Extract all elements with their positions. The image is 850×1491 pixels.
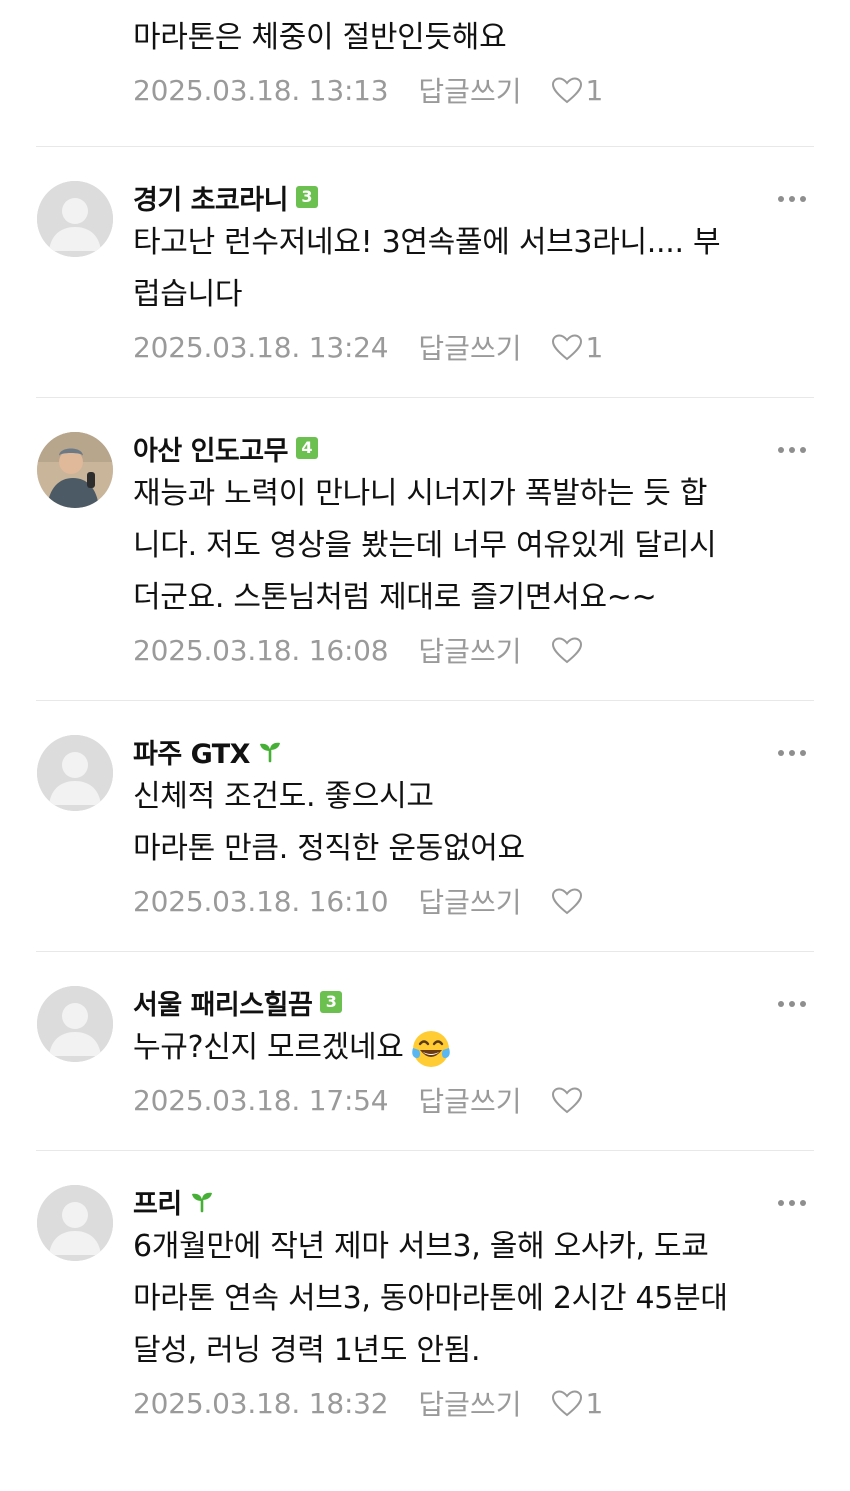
avatar[interactable] — [37, 1185, 113, 1261]
author-name[interactable]: 경기 초코라니 — [133, 178, 288, 217]
comment-text-line: 마라톤 만큼. 정직한 운동없어요 — [133, 831, 525, 866]
comment-text-segment: 누규?신지 모르겠네요 — [133, 1030, 404, 1065]
comment-date: 2025.03.18. 16:10 — [133, 884, 389, 918]
heart-icon — [552, 334, 583, 361]
avatar[interactable] — [37, 432, 113, 508]
laughing-tears-emoji-icon — [411, 1030, 450, 1067]
author-name[interactable]: 아산 인도고무 — [133, 429, 288, 468]
sprout-icon — [260, 742, 281, 763]
comment-item: 경기 초코라니 3 타고난 런수저네요! 3연속풀에 서브3라니.... 부 럽… — [0, 147, 850, 373]
comment-text: 마라톤은 체중이 절반인듯해요 — [133, 12, 814, 64]
like-button[interactable] — [551, 636, 585, 664]
avatar[interactable] — [37, 735, 113, 811]
comment-text: 누규?신지 모르겠네요 — [133, 1022, 814, 1074]
reply-button[interactable]: 답글쓰기 — [418, 70, 521, 110]
author-name[interactable]: 프리 — [133, 1182, 182, 1221]
comment-item: 아산 인도고무 4 재능과 노력이 만나니 시너지가 폭발하는 듯 합 니다. … — [0, 398, 850, 676]
heart-icon — [552, 77, 583, 104]
comment-text-line: 타고난 런수저네요! 3연속풀에 서브3라니.... 부 — [133, 225, 721, 260]
more-options-icon[interactable] — [776, 189, 808, 209]
like-button[interactable] — [551, 1086, 585, 1114]
author-name[interactable]: 파주 GTX — [133, 732, 251, 771]
level-badge: 3 — [320, 991, 343, 1013]
more-options-icon[interactable] — [776, 440, 808, 460]
heart-icon — [552, 1390, 583, 1417]
reply-button[interactable]: 답글쓰기 — [418, 630, 521, 670]
comment-text: 6개월만에 작년 제마 서브3, 올해 오사카, 도쿄 마라톤 연속 서브3, … — [133, 1221, 814, 1377]
comment-text-line: 6개월만에 작년 제마 서브3, 올해 오사카, 도쿄 — [133, 1229, 709, 1264]
like-button[interactable]: 1 — [551, 331, 603, 364]
comment-date: 2025.03.18. 17:54 — [133, 1083, 389, 1117]
comment-text-line: 마라톤 연속 서브3, 동아마라톤에 2시간 45분대 — [133, 1281, 728, 1316]
comment-text-line: 더군요. 스톤님처럼 제대로 즐기면서요~~ — [133, 580, 657, 615]
comment-text: 신체적 조건도. 좋으시고 마라톤 만큼. 정직한 운동없어요 — [133, 771, 814, 875]
sprout-icon — [191, 1192, 212, 1213]
reply-button[interactable]: 답글쓰기 — [418, 1383, 521, 1423]
comment-date: 2025.03.18. 13:13 — [133, 73, 389, 107]
like-button[interactable] — [551, 887, 585, 915]
comment-text-line: 재능과 노력이 만나니 시너지가 폭발하는 듯 합 — [133, 476, 708, 511]
comment-item: 마라톤은 체중이 절반인듯해요 2025.03.18. 13:13 답글쓰기 1 — [0, 0, 850, 146]
reply-button[interactable]: 답글쓰기 — [418, 1080, 521, 1120]
comment-text-line: 럽습니다 — [133, 277, 243, 312]
comment-text-line: 신체적 조건도. 좋으시고 — [133, 779, 434, 814]
comment-text-line: 달성, 러닝 경력 1년도 안됨. — [133, 1333, 481, 1368]
comment-text-line: 니다. 저도 영상을 봤는데 너무 여유있게 달리시 — [133, 528, 717, 563]
level-badge: 4 — [295, 437, 318, 459]
comment-text-line: 마라톤은 체중이 절반인듯해요 — [133, 20, 507, 55]
avatar[interactable] — [37, 986, 113, 1062]
reply-button[interactable]: 답글쓰기 — [418, 327, 521, 367]
heart-icon — [552, 888, 583, 915]
heart-icon — [552, 637, 583, 664]
comment-date: 2025.03.18. 13:24 — [133, 330, 389, 364]
more-options-icon[interactable] — [776, 743, 808, 763]
comment-date: 2025.03.18. 16:08 — [133, 633, 389, 667]
comment-item: 서울 패리스힐끔 3 누규?신지 모르겠네요 2025.03.18. 17:54… — [0, 952, 850, 1126]
comment-text: 재능과 노력이 만나니 시너지가 폭발하는 듯 합 니다. 저도 영상을 봤는데… — [133, 468, 814, 624]
comment-text-line: 누규?신지 모르겠네요 — [133, 1022, 814, 1074]
avatar[interactable] — [37, 181, 113, 257]
comment-list: 마라톤은 체중이 절반인듯해요 2025.03.18. 13:13 답글쓰기 1… — [0, 0, 850, 1491]
more-options-icon[interactable] — [776, 1193, 808, 1213]
comment-item: 파주 GTX 신체적 조건도. 좋으시고 마라톤 만큼. 정직한 운동없어요 2… — [0, 701, 850, 927]
like-button[interactable]: 1 — [551, 1387, 603, 1420]
comment-text: 타고난 런수저네요! 3연속풀에 서브3라니.... 부 럽습니다 — [133, 217, 814, 321]
comment-item: 프리 6개월만에 작년 제마 서브3, 올해 오사카, 도쿄 마라톤 연속 서브… — [0, 1151, 850, 1429]
reply-button[interactable]: 답글쓰기 — [418, 881, 521, 921]
like-count: 1 — [585, 1386, 604, 1420]
author-name[interactable]: 서울 패리스힐끔 — [133, 983, 313, 1022]
heart-icon — [552, 1087, 583, 1114]
like-button[interactable]: 1 — [551, 74, 603, 107]
more-options-icon[interactable] — [776, 994, 808, 1014]
like-count: 1 — [585, 73, 604, 107]
comment-date: 2025.03.18. 18:32 — [133, 1386, 389, 1420]
like-count: 1 — [585, 330, 604, 364]
level-badge: 3 — [295, 186, 318, 208]
